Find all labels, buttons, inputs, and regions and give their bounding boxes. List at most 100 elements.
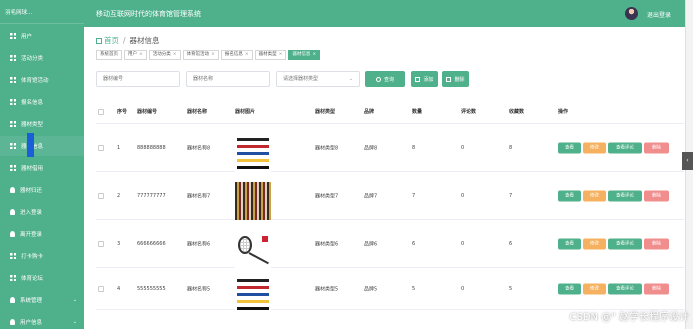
- racket-box: [262, 235, 268, 242]
- sidebar-item[interactable]: 用户: [0, 26, 84, 46]
- tab-tag[interactable]: 系统首页: [96, 50, 122, 60]
- avatar[interactable]: [625, 7, 638, 20]
- edit-button[interactable]: 修改: [583, 190, 606, 201]
- delete-row-button[interactable]: 删除: [644, 142, 669, 153]
- column-header: 序号: [117, 109, 128, 115]
- row-actions: 查看 修改 查看评论 删除: [558, 142, 671, 153]
- table-row: 4 555555555 器材名称5 器材类型5 品牌5 5 0 5 查看 修改 查看评论 删除: [96, 268, 684, 313]
- search-icon: [375, 76, 381, 82]
- sidebar-item[interactable]: 器材信息: [0, 136, 84, 156]
- view-comments-button[interactable]: 查看评论: [608, 190, 642, 201]
- view-button[interactable]: 查看: [558, 238, 581, 249]
- home-icon: [96, 37, 102, 44]
- row-checkbox[interactable]: [98, 285, 104, 292]
- racket-head: [238, 235, 252, 254]
- edit-button[interactable]: 修改: [583, 238, 606, 249]
- tab-tag[interactable]: 器材类型 ×: [254, 50, 287, 60]
- sidebar-item-label: 用户信息: [20, 320, 43, 326]
- close-icon[interactable]: ×: [312, 51, 316, 59]
- tags-bar: 系统首页 用户 × 活动分类 × 体育馆活动 × 报名信息 × 器材类型 × 器材信息 ×: [96, 50, 322, 60]
- breadcrumb: 首页 / 器材信息: [96, 35, 160, 46]
- close-icon[interactable]: ×: [211, 51, 215, 59]
- search-button[interactable]: 查询: [365, 71, 405, 87]
- sidebar-item[interactable]: 用户信息 ⌄: [0, 312, 84, 329]
- view-button[interactable]: 查看: [558, 190, 581, 201]
- cell-brand: 品牌7: [364, 193, 378, 199]
- equipment-thumbnail: [235, 133, 271, 172]
- sidebar-item-label: 离开登录: [20, 232, 43, 238]
- sidebar-item[interactable]: 体育论坛: [0, 268, 84, 288]
- cell-brand: 品牌8: [364, 145, 378, 151]
- column-header: 品牌: [364, 109, 375, 115]
- select-all-checkbox[interactable]: [98, 108, 104, 115]
- add-button[interactable]: 添加: [411, 71, 438, 87]
- sidebar-item[interactable]: 离开登录: [0, 224, 84, 244]
- equipment-type-select[interactable]: ⌄: [276, 71, 360, 87]
- cell-name: 器材名称7: [187, 193, 211, 199]
- sidebar-item-label: 打卡购卡: [21, 254, 44, 260]
- row-checkbox[interactable]: [98, 144, 104, 151]
- row-checkbox[interactable]: [98, 192, 104, 199]
- view-comments-button[interactable]: 查看评论: [608, 238, 642, 249]
- cell-comments: 0: [461, 240, 465, 247]
- delete-row-button[interactable]: 删除: [644, 283, 669, 294]
- view-comments-button[interactable]: 查看评论: [608, 142, 642, 153]
- cell-quantity: 8: [412, 144, 416, 151]
- delete-button[interactable]: 删除: [442, 71, 469, 87]
- grid-icon: [10, 253, 16, 259]
- cell-comments: 0: [461, 144, 465, 151]
- equipment-code-input[interactable]: [96, 71, 180, 87]
- logout-link[interactable]: 退出登录: [647, 10, 671, 19]
- user-icon: [10, 297, 15, 303]
- row-actions: 查看 修改 查看评论 删除: [558, 190, 671, 201]
- sidebar-item-label: 用户: [21, 34, 33, 40]
- cell-comments: 0: [461, 285, 465, 292]
- sidebar-item[interactable]: 报名信息: [0, 92, 84, 112]
- equipment-type-select-input[interactable]: [276, 71, 360, 87]
- view-button[interactable]: 查看: [558, 283, 581, 294]
- delete-row-button[interactable]: 删除: [644, 190, 669, 201]
- edit-button[interactable]: 修改: [583, 142, 606, 153]
- close-icon[interactable]: ×: [279, 51, 283, 59]
- grid-icon: [10, 275, 16, 281]
- sidebar-item[interactable]: 打卡购卡: [0, 246, 84, 266]
- sidebar-item-label: 器材归还: [20, 188, 43, 194]
- column-header: 数量: [412, 109, 423, 115]
- grid-icon: [10, 165, 16, 171]
- sidebar-item[interactable]: 系统管理 ⌄: [0, 290, 84, 310]
- close-icon[interactable]: ×: [173, 51, 177, 59]
- sidebar-item-label: 系统管理: [20, 298, 43, 304]
- tab-tag[interactable]: 报名信息 ×: [220, 50, 253, 60]
- sidebar-brand: 羽毛网球...: [0, 0, 84, 24]
- view-button[interactable]: 查看: [558, 142, 581, 153]
- view-comments-button[interactable]: 查看评论: [608, 283, 642, 294]
- sidebar-item[interactable]: 活动分类: [0, 48, 84, 68]
- tab-tag[interactable]: 器材信息 ×: [288, 50, 321, 60]
- sidebar-item[interactable]: 体育馆活动: [0, 70, 84, 90]
- cell-type: 器材类型5: [315, 286, 339, 292]
- close-icon[interactable]: ×: [245, 51, 249, 59]
- cell-favorites: 6: [509, 240, 513, 247]
- tab-tag[interactable]: 活动分类 ×: [148, 50, 181, 60]
- tab-tag-label: 报名信息: [224, 52, 243, 57]
- add-icon: [415, 76, 421, 82]
- tab-tag[interactable]: 用户 ×: [124, 50, 147, 60]
- cell-code: 777777777: [137, 192, 166, 199]
- tab-tag[interactable]: 体育馆活动 ×: [182, 50, 219, 60]
- breadcrumb-home[interactable]: 首页: [96, 35, 119, 46]
- equipment-name-input[interactable]: [186, 71, 270, 87]
- cell-favorites: 7: [509, 192, 513, 199]
- edit-button[interactable]: 修改: [583, 283, 606, 294]
- sidebar-item[interactable]: 器材类型: [0, 114, 84, 134]
- user-icon: [10, 319, 15, 325]
- row-checkbox[interactable]: [98, 240, 104, 247]
- cell-index: 4: [117, 285, 121, 292]
- delete-row-button[interactable]: 删除: [644, 238, 669, 249]
- cell-brand: 品牌6: [364, 241, 378, 247]
- cell-quantity: 6: [412, 240, 416, 247]
- sidebar-item[interactable]: 器材归还: [0, 180, 84, 200]
- close-icon[interactable]: ×: [139, 51, 143, 59]
- column-header: 器材类型: [315, 109, 336, 115]
- sidebar-item[interactable]: 器材借用: [0, 158, 84, 178]
- sidebar-item[interactable]: 进入登录: [0, 202, 84, 222]
